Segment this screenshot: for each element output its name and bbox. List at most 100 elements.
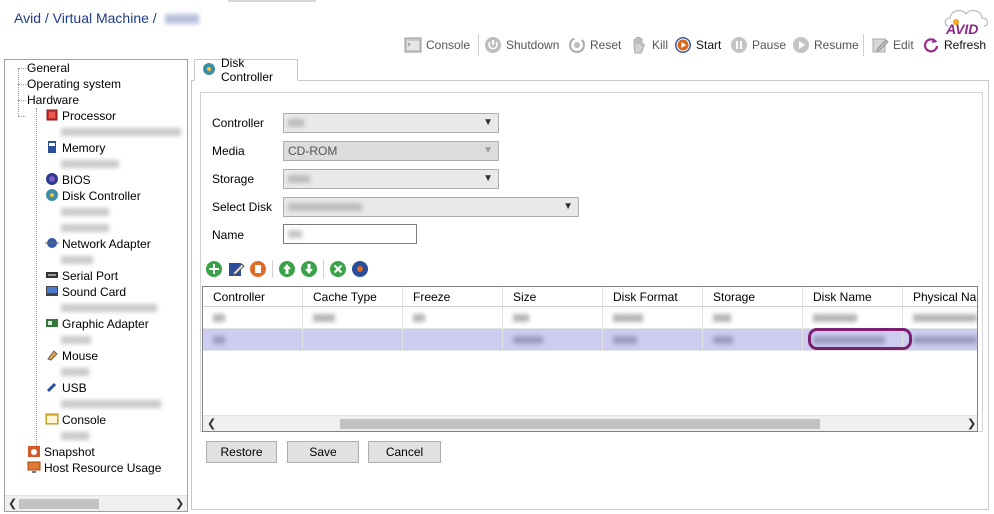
tree-item-memory[interactable]: Memory (45, 140, 105, 156)
controller-select[interactable]: ▼ (283, 113, 499, 133)
storage-label: Storage (212, 172, 255, 186)
column-header[interactable]: Disk Name (803, 287, 903, 307)
move-down-icon[interactable] (298, 258, 320, 280)
memory-icon (45, 140, 59, 157)
cancel-button[interactable]: Cancel (368, 441, 441, 463)
name-label: Name (212, 228, 245, 242)
tree-item-processor[interactable]: Processor (45, 108, 116, 124)
breadcrumb-virtual-machine[interactable]: Virtual Machine (53, 10, 149, 26)
shutdown-label: Shutdown (506, 38, 560, 52)
disk-settings-icon[interactable] (349, 258, 371, 280)
tree-item-label: Host Resource Usage (44, 461, 162, 475)
tree-item-sound-card[interactable]: Sound Card (45, 284, 126, 300)
pause-icon (730, 36, 748, 54)
reset-button[interactable]: Reset (568, 32, 621, 58)
tree-item-console[interactable]: Console (45, 412, 106, 428)
tree-item-snapshot[interactable]: Snapshot (27, 444, 95, 460)
serial-port-icon (45, 268, 59, 285)
tree-item-detail-redacted (61, 220, 109, 236)
media-select[interactable]: CD-ROM ▼ (283, 141, 499, 161)
tree-item-network-adapter[interactable]: Network Adapter (45, 236, 151, 252)
scroll-left-icon[interactable]: ❮ (207, 417, 216, 430)
edit-icon[interactable] (225, 258, 247, 280)
bios-icon (45, 172, 59, 189)
table-cell (203, 307, 303, 329)
remove-icon[interactable] (327, 258, 349, 280)
start-label: Start (696, 38, 722, 52)
table-cell (503, 329, 603, 351)
refresh-button[interactable]: Refresh (922, 32, 986, 58)
kill-button[interactable]: Kill (630, 32, 668, 58)
tree-item-label: Disk Controller (62, 189, 141, 203)
tree-item-serial-port[interactable]: Serial Port (45, 268, 118, 284)
name-input[interactable] (283, 224, 417, 244)
edit-label: Edit (893, 38, 914, 52)
tree-item-graphic-adapter[interactable]: Graphic Adapter (45, 316, 149, 332)
column-header[interactable]: Cache Type (303, 287, 403, 307)
pause-button[interactable]: Pause (730, 32, 786, 58)
column-header[interactable]: Size (503, 287, 603, 307)
toolbar-separator (863, 34, 864, 56)
tree-item-label: Graphic Adapter (62, 317, 149, 331)
scrollbar-thumb[interactable] (340, 419, 820, 429)
console-button[interactable]: Console (404, 32, 470, 58)
tree-item-detail-redacted (61, 300, 157, 316)
tree-item-mouse[interactable]: Mouse (45, 348, 98, 364)
sound-card-icon (45, 284, 59, 301)
scroll-left-icon[interactable]: ❮ (8, 497, 17, 510)
mouse-icon (45, 348, 59, 365)
scroll-right-icon[interactable]: ❯ (967, 417, 976, 430)
tree-item-disk-controller[interactable]: Disk Controller (45, 188, 141, 204)
column-header[interactable]: Freeze (403, 287, 503, 307)
table-row-selected[interactable] (203, 329, 977, 351)
select-disk-select[interactable]: ▼ (283, 197, 579, 217)
column-header[interactable]: Storage (703, 287, 803, 307)
tree-item-detail-redacted (61, 332, 91, 348)
controller-label: Controller (212, 116, 265, 130)
tree-item-detail-redacted (61, 428, 89, 444)
table-cell (303, 329, 403, 351)
save-button[interactable]: Save (287, 441, 359, 463)
tree-line (36, 108, 37, 456)
tree-item-label: General (27, 61, 70, 75)
shutdown-button[interactable]: Shutdown (484, 32, 559, 58)
delete-icon[interactable] (247, 258, 269, 280)
table-horizontal-scrollbar[interactable]: ❮ ❯ (203, 415, 977, 431)
tree-item-bios[interactable]: BIOS (45, 172, 91, 188)
tree-item-usb[interactable]: USB (45, 380, 87, 396)
tab-disk-controller[interactable]: Disk Controller (194, 56, 298, 84)
usb-icon (45, 380, 59, 397)
column-header[interactable]: Controller (203, 287, 303, 307)
column-header[interactable]: Disk Format (603, 287, 703, 307)
resume-button[interactable]: Resume (792, 32, 859, 58)
add-icon[interactable] (203, 258, 225, 280)
tree-horizontal-scrollbar[interactable]: ❮ ❯ (5, 495, 187, 511)
console-label: Console (426, 38, 471, 52)
move-up-icon[interactable] (276, 258, 298, 280)
tree-item-hardware[interactable]: Hardware (27, 92, 79, 108)
table-cell (503, 307, 603, 329)
camera-icon (27, 444, 41, 461)
chevron-down-icon: ▼ (483, 173, 493, 184)
scroll-right-icon[interactable]: ❯ (175, 497, 184, 510)
toolbar-separator (272, 260, 273, 278)
breadcrumb-avid[interactable]: Avid (14, 10, 41, 26)
table-cell (903, 307, 977, 329)
breadcrumb-separator: / (152, 10, 157, 26)
table-row[interactable] (203, 307, 977, 329)
tree-item-general[interactable]: General (27, 60, 70, 76)
tree-line (18, 116, 26, 117)
start-button[interactable]: Start (674, 32, 721, 58)
tree-item-host-resource-usage[interactable]: Host Resource Usage (27, 460, 161, 476)
table-cell (703, 307, 803, 329)
chevron-down-icon: ▼ (483, 117, 493, 128)
tree-item-label: Snapshot (44, 445, 95, 459)
restore-button[interactable]: Restore (206, 441, 277, 463)
storage-select[interactable]: ▼ (283, 169, 499, 189)
column-header[interactable]: Physical Nam (903, 287, 977, 307)
graphic-adapter-icon (45, 316, 59, 333)
tree-item-operating-system[interactable]: Operating system (27, 76, 121, 92)
edit-button[interactable]: Edit (871, 32, 914, 58)
tree-line (18, 100, 26, 101)
scrollbar-thumb[interactable] (19, 499, 99, 509)
